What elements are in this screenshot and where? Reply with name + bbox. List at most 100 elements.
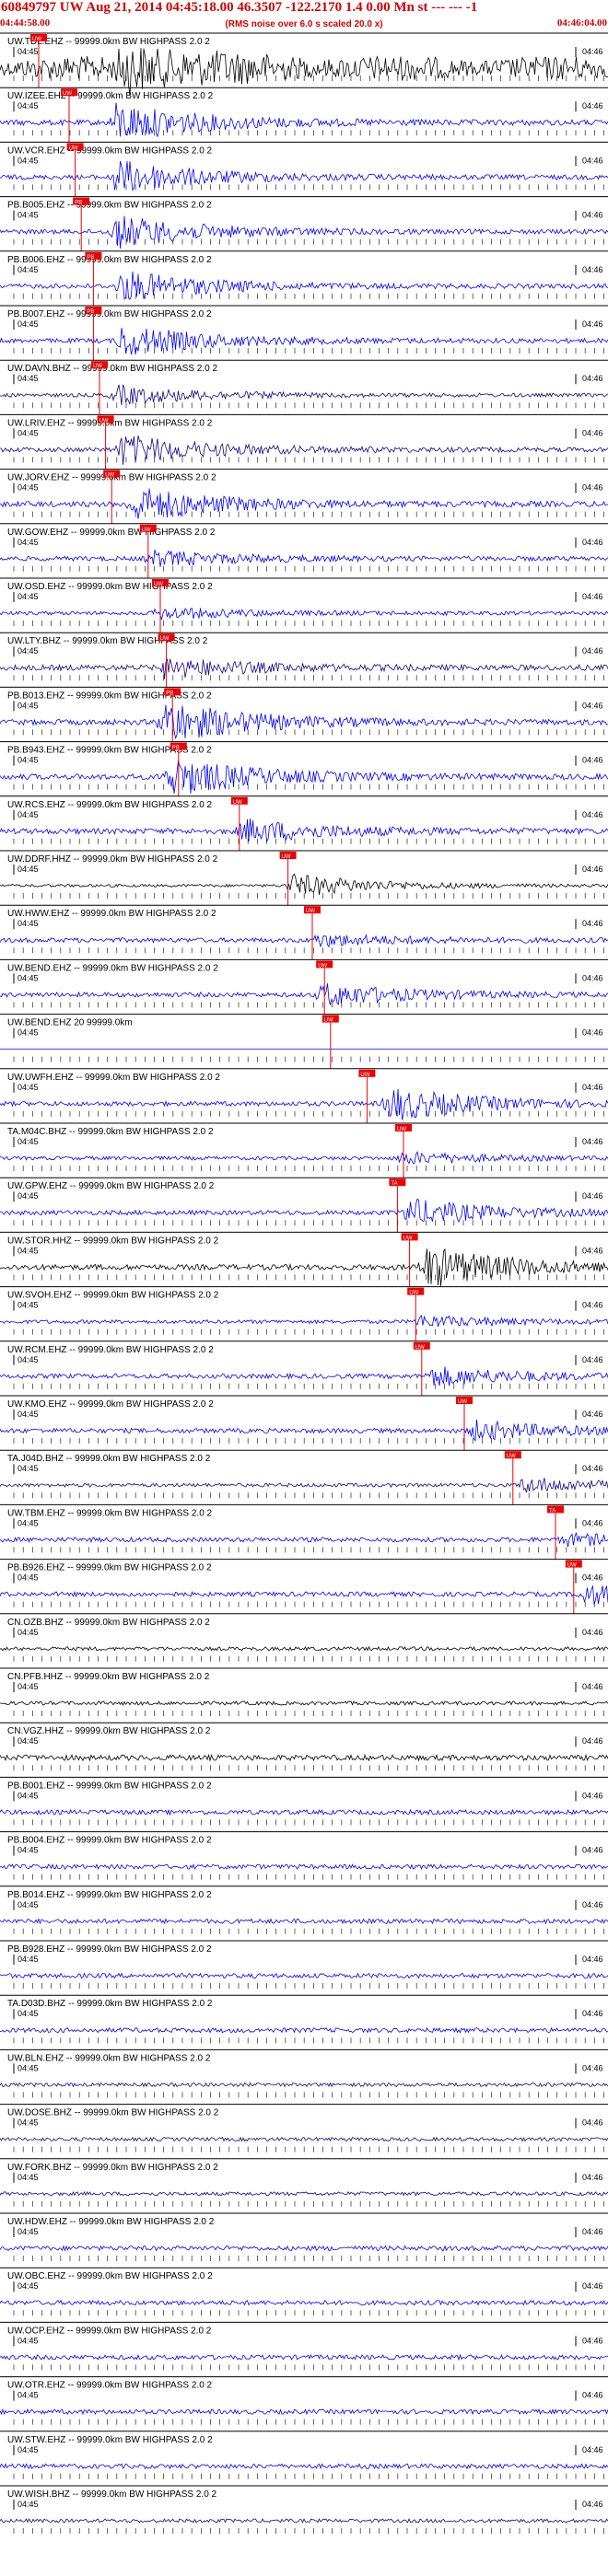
trace-label: UW.WISH.BHZ -- 99999.0km BW HIGHPASS 2.0… (7, 2489, 217, 2500)
time-tick-label: 04:46 (582, 1846, 603, 1855)
trace-label: UW.DOSE.BHZ -- 99999.0km BW HIGHPASS 2.0… (7, 2108, 219, 2118)
pick-label: UW (105, 473, 114, 479)
pick-label: UW (32, 37, 41, 42)
waveform (0, 1645, 608, 1652)
trace-label: CN.VGZ.HHZ -- 99999.0km BW HIGHPASS 2.0 … (7, 1726, 211, 1736)
trace-label: PB.B007.EHZ -- 99999.0km BW HIGHPASS 2.0… (7, 309, 212, 319)
time-tick-label: 04:46 (582, 319, 603, 329)
waveform (0, 384, 608, 405)
time-tick-label: 04:45 (18, 1028, 39, 1038)
waveform (0, 1753, 608, 1762)
pick-label: UW (282, 854, 291, 860)
trace-label: UW.BEND.EHZ 20 99999.0km (7, 1018, 133, 1028)
waveform (0, 1315, 608, 1328)
trace-label: UW.DDRF.HHZ -- 99999.0km BW HIGHPASS 2.0… (7, 854, 218, 864)
waveform (0, 2026, 608, 2034)
time-tick-label: 04:46 (582, 1682, 603, 1691)
waveform (0, 873, 608, 896)
time-tick-label: 04:46 (582, 101, 603, 110)
pick-label: UW (507, 1454, 516, 1459)
time-tick-label: 04:46 (582, 973, 603, 982)
trace-label: PB.B001.EHZ -- 99999.0km BW HIGHPASS 2.0… (7, 1781, 212, 1791)
time-tick-label: 04:46 (582, 1955, 603, 1964)
trace-label: TA.J04D.BHZ -- 99999.0km BW HIGHPASS 2.0… (7, 1454, 211, 1464)
time-tick-label: 04:46 (582, 1791, 603, 1800)
time-tick-label: 04:45 (18, 1518, 39, 1527)
time-tick-label: 04:45 (18, 1464, 39, 1473)
time-tick-label: 04:46 (582, 864, 603, 874)
trace-label: TA.M04C.BHZ -- 99999.0km BW HIGHPASS 2.0… (7, 1127, 214, 1137)
time-tick-label: 04:46 (582, 592, 603, 601)
time-tick-label: 04:45 (18, 428, 39, 437)
time-tick-label: 04:46 (582, 156, 603, 165)
time-tick-label: 04:45 (18, 265, 39, 274)
trace-label: UW.TBM.EHZ -- 99999.0km BW HIGHPASS 2.0 … (7, 1508, 213, 1518)
time-tick-label: 04:45 (18, 2173, 39, 2182)
trace-label: PB.B014.EHZ -- 99999.0km BW HIGHPASS 2.0… (7, 1890, 212, 1900)
trace-label: UW.BEND.EHZ -- 99999.0km BW HIGHPASS 2.0… (7, 963, 218, 973)
time-tick-label: 04:45 (18, 211, 39, 220)
waveform (0, 47, 608, 96)
time-tick-label: 04:46 (582, 919, 603, 928)
pick-label: TA (549, 1508, 555, 1514)
trace-label: CN.OZB.BHZ -- 99999.0km BW HIGHPASS 2.0 … (7, 1618, 210, 1628)
trace-label: UW.KMO.EHZ -- 99999.0km BW HIGHPASS 2.0 … (7, 1399, 214, 1410)
waveform (0, 1478, 608, 1493)
time-tick-label: 04:46 (582, 538, 603, 547)
time-tick-label: 04:46 (582, 2391, 603, 2400)
time-tick-label: 04:46 (582, 2227, 603, 2236)
trace-label: PB.B013.EHZ -- 99999.0km BW HIGHPASS 2.0… (7, 690, 212, 701)
time-tick-label: 04:45 (18, 2500, 39, 2509)
waveform (0, 2518, 608, 2524)
time-tick-label: 04:45 (18, 1301, 39, 1310)
trace-label: UW.SVOH.EHZ -- 99999.0km BW HIGHPASS 2.0… (7, 1291, 219, 1301)
time-tick-label: 04:46 (582, 2336, 603, 2345)
time-tick-label: 04:46 (582, 47, 603, 56)
time-tick-label: 04:45 (18, 47, 39, 56)
time-tick-label: 04:45 (18, 1736, 39, 1746)
trace-label: UW.HDW.EHZ -- 99999.0km BW HIGHPASS 2.0 … (7, 2217, 215, 2227)
time-tick-label: 04:45 (18, 1955, 39, 1964)
time-tick-label: 04:45 (18, 101, 39, 110)
trace-label: UW.STW.EHZ -- 99999.0km BW HIGHPASS 2.0 … (7, 2435, 213, 2445)
trace-label: UW.OSD.EHZ -- 99999.0km BW HIGHPASS 2.0 … (7, 582, 213, 592)
waveform (0, 2190, 608, 2197)
waveform (0, 2082, 608, 2088)
time-tick-label: 04:46 (582, 1573, 603, 1583)
waveform (0, 2245, 608, 2252)
seismogram-plot: UW.TDL.EHZ -- 99999.0km BW HIGHPASS 2.0 … (0, 32, 608, 2534)
waveform (0, 1863, 608, 1870)
pick-label: UW (567, 1563, 577, 1569)
pick-label: UW (93, 364, 102, 369)
trace-label: UW.OTR.EHZ -- 99999.0km BW HIGHPASS 2.0 … (7, 2381, 213, 2391)
time-tick-label: 04:46 (582, 2445, 603, 2454)
time-tick-label: 04:46 (582, 1410, 603, 1419)
time-tick-label: 04:45 (18, 2227, 39, 2236)
waveform (0, 818, 608, 842)
pick-label: UW (142, 528, 151, 533)
trace-label: PB.B006.EHZ -- 99999.0km BW HIGHPASS 2.0… (7, 255, 212, 265)
time-tick-label: 04:46 (582, 1518, 603, 1527)
pick-label: UW (160, 636, 170, 642)
time-tick-label: 04:46 (582, 211, 603, 220)
time-tick-label: 04:46 (582, 756, 603, 765)
waveform (0, 550, 608, 567)
trace-label: UW.GPW.EHZ -- 99999.0km BW HIGHPASS 2.0 … (7, 1181, 215, 1191)
time-tick-label: 04:46 (582, 1191, 603, 1201)
time-tick-label: 04:45 (18, 1900, 39, 1909)
time-tick-label: 04:46 (582, 1464, 603, 1473)
time-tick-label: 04:45 (18, 756, 39, 765)
time-tick-label: 04:45 (18, 2391, 39, 2400)
time-tick-label: 04:45 (18, 538, 39, 547)
trace-label: UW.UWFH.EHZ -- 99999.0km BW HIGHPASS 2.0… (7, 1073, 220, 1083)
time-tick-label: 04:45 (18, 592, 39, 601)
waveform (0, 2353, 608, 2361)
time-tick-label: 04:46 (582, 1137, 603, 1146)
pick-label: UW (233, 800, 242, 806)
trace-label: PB.B005.EHZ -- 99999.0km BW HIGHPASS 2.0… (7, 201, 212, 211)
trace-label: PB.B926.EHZ -- 99999.0km BW HIGHPASS 2.0… (7, 1563, 212, 1573)
time-tick-label: 04:45 (18, 2009, 39, 2018)
waveform (0, 1808, 608, 1816)
pick-label: UW (99, 418, 109, 424)
time-tick-label: 04:45 (18, 2336, 39, 2345)
